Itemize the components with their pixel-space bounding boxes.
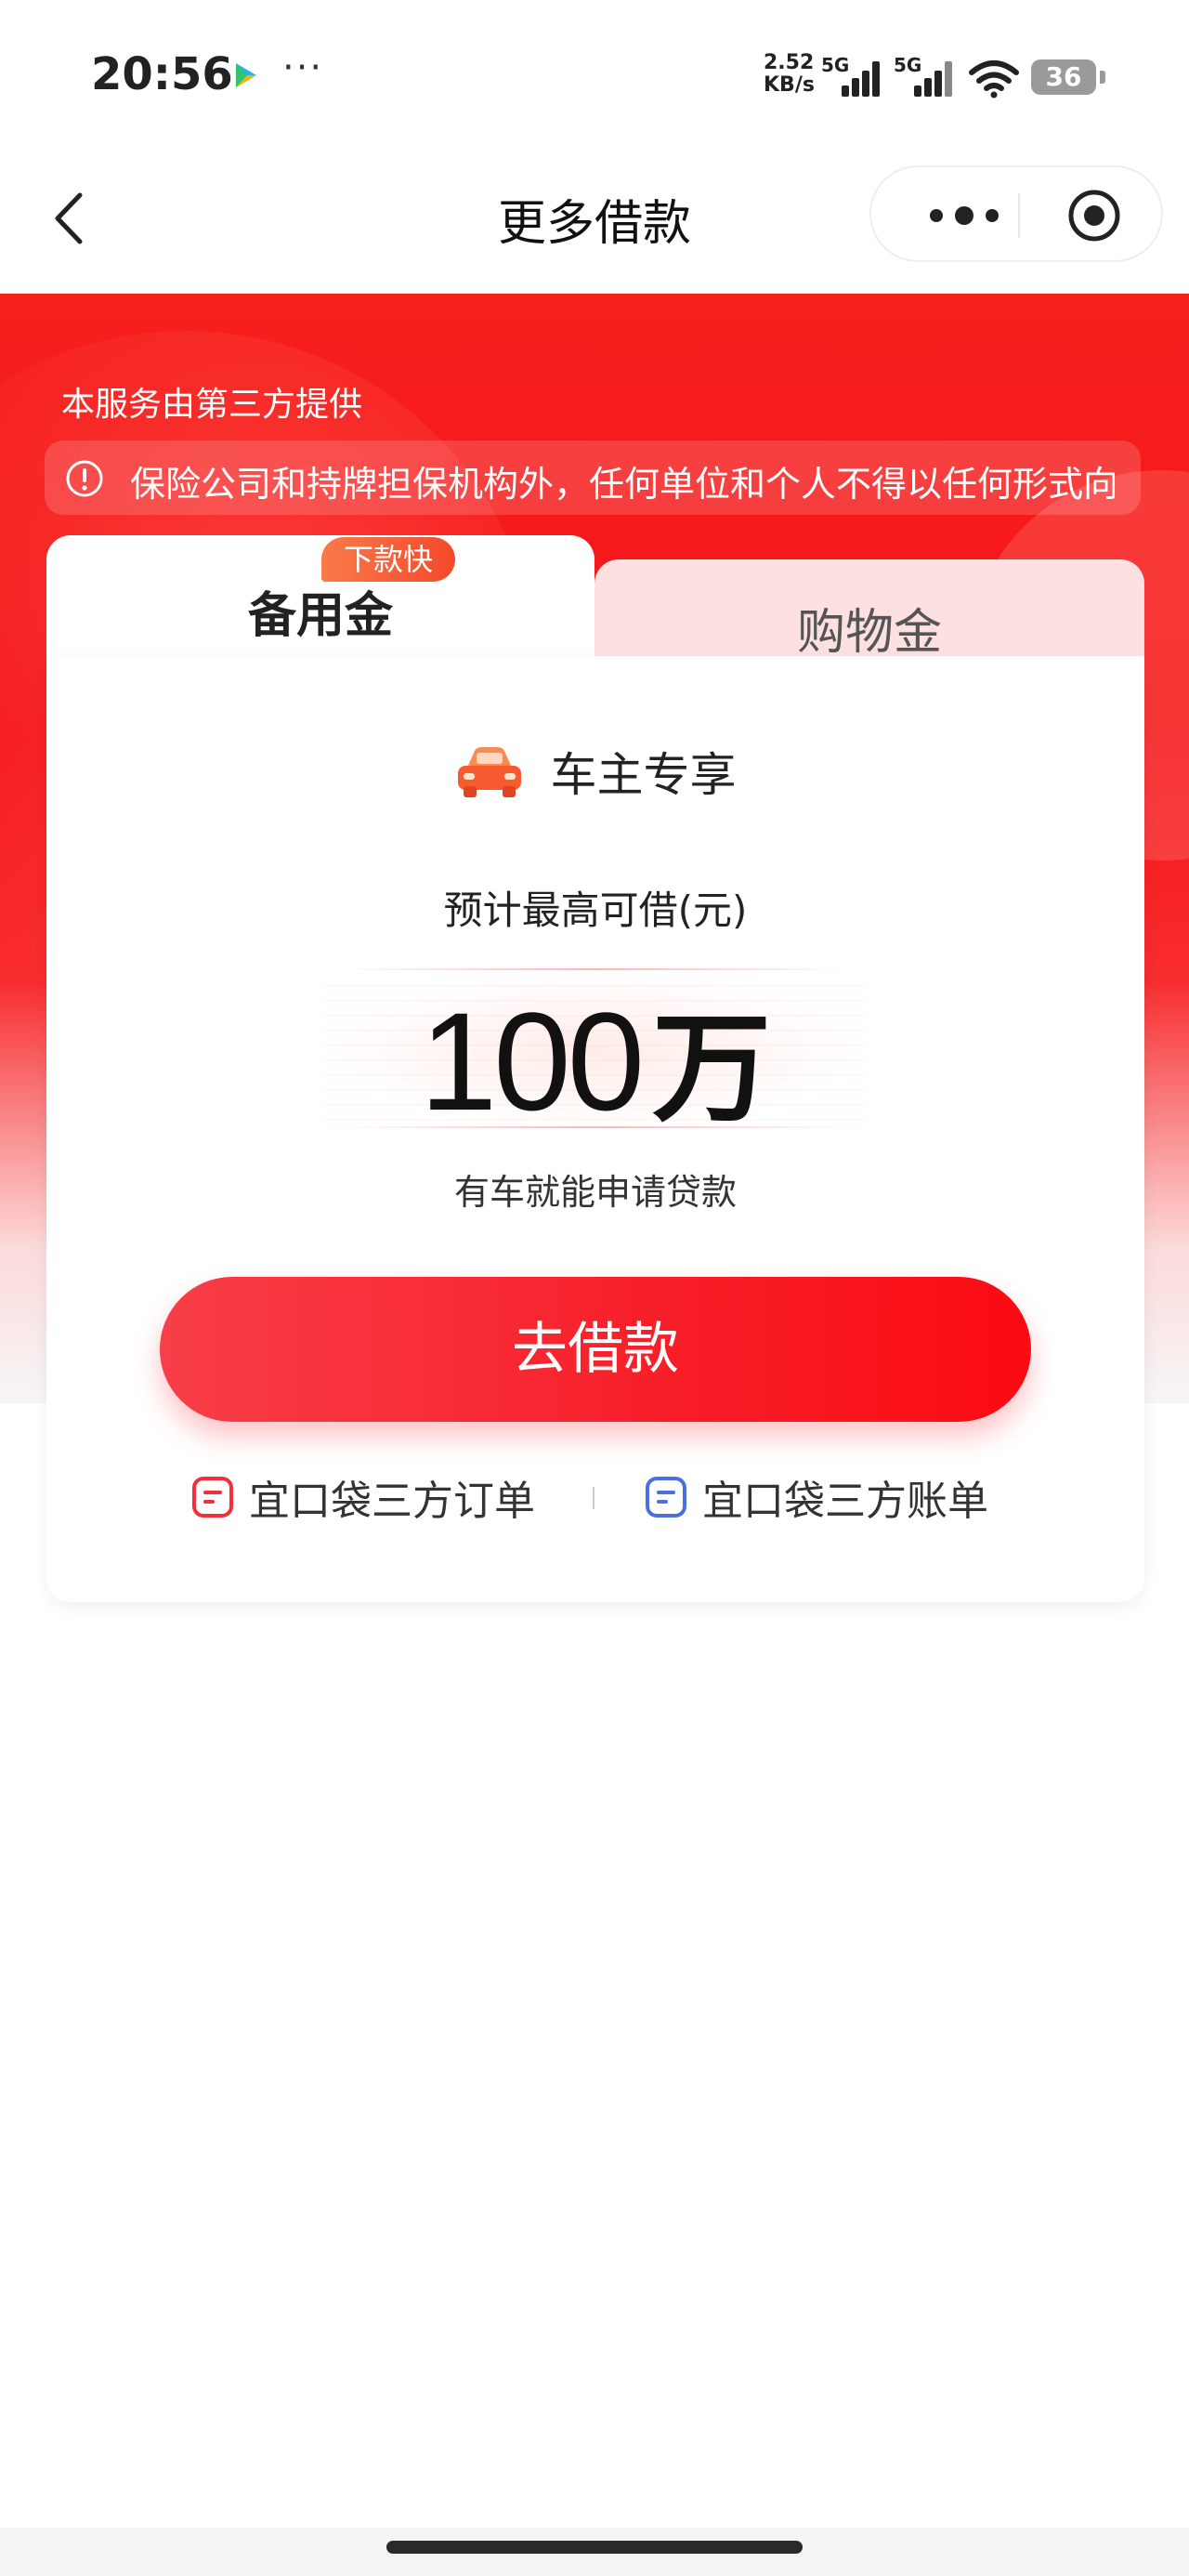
- signal-icon: 5G: [894, 54, 952, 97]
- loan-subtext: 有车就能申请贷款: [453, 1172, 737, 1213]
- status-time: 20:56: [91, 48, 233, 100]
- amount-unit: 万: [652, 1000, 772, 1138]
- borrow-button[interactable]: 去借款: [160, 1277, 1031, 1422]
- car-owner-label: 车主专享: [550, 748, 737, 802]
- home-indicator[interactable]: [386, 2541, 803, 2554]
- order-links: 宜口袋三方订单 宜口袋三方账单: [46, 1465, 1144, 1530]
- target-close-icon[interactable]: [1065, 186, 1124, 245]
- tab-label: 购物金: [796, 605, 942, 661]
- bill-link-label: 宜口袋三方账单: [702, 1478, 988, 1525]
- nav-bar: 更多借款: [0, 149, 1189, 288]
- link-separator: [593, 1487, 594, 1509]
- status-more-icon: ···: [282, 46, 324, 89]
- sim1-label: 5G: [821, 54, 850, 76]
- car-owner-tag: 车主专享: [46, 738, 1144, 812]
- fast-badge: 下款快: [321, 537, 455, 582]
- limit-label: 预计最高可借(元): [443, 887, 748, 933]
- bill-link[interactable]: 宜口袋三方账单: [645, 1465, 988, 1530]
- service-note: 本服务由第三方提供: [61, 386, 363, 424]
- sim2-label: 5G: [894, 54, 922, 76]
- network-speed: 2.52 KB/s: [764, 52, 815, 97]
- loan-amount: 100万: [46, 972, 1144, 1144]
- page: 20:56 ··· 2.52 KB/s 5G 5G 36 更多借款 本服务由第三…: [0, 0, 1189, 2576]
- notice-text: 保险公司和持牌担保机构外，任何单位和个人不得以任何形式向: [130, 464, 1115, 505]
- order-link-label: 宜口袋三方订单: [249, 1478, 535, 1525]
- bill-icon: [646, 1477, 686, 1518]
- tab-label: 备用金: [247, 588, 393, 644]
- speed-value: 2.52: [764, 51, 815, 74]
- battery-level: 36: [1031, 59, 1096, 95]
- order-icon: [192, 1477, 233, 1518]
- play-store-icon: [236, 63, 256, 87]
- more-dots-icon[interactable]: [908, 188, 1020, 243]
- speed-unit: KB/s: [764, 73, 815, 97]
- signal-icon: 5G: [821, 54, 880, 97]
- capsule-divider: [1018, 193, 1020, 238]
- wifi-icon: [969, 60, 1019, 99]
- battery-icon: 36: [1031, 59, 1105, 95]
- warning-icon: [66, 460, 103, 497]
- notice-bar[interactable]: 保险公司和持牌担保机构外，任何单位和个人不得以任何形式向: [45, 440, 1141, 515]
- status-bar: 20:56 ··· 2.52 KB/s 5G 5G 36: [0, 0, 1189, 149]
- car-icon: [458, 747, 522, 797]
- loan-card: 购物金 备用金 下款快 车主专享 预计最高可借(元) 100万 有车就能申请贷款…: [46, 535, 1144, 1602]
- mini-program-capsule: [869, 165, 1163, 262]
- amount-number: 100: [419, 983, 645, 1139]
- card-body: 车主专享 预计最高可借(元) 100万 有车就能申请贷款 去借款 宜口袋三方订单: [46, 656, 1144, 1602]
- order-link[interactable]: 宜口袋三方订单: [191, 1465, 535, 1530]
